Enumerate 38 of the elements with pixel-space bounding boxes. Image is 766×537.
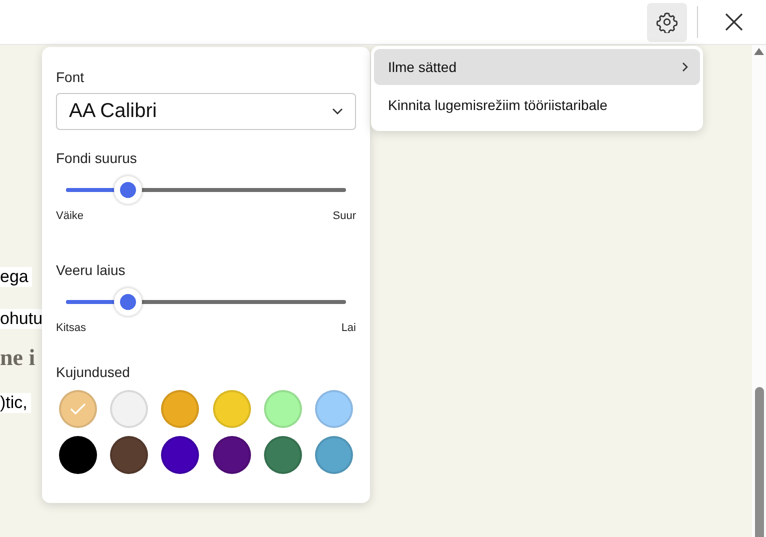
font-dropdown[interactable]: AA Calibri — [56, 93, 356, 130]
scrollbar[interactable] — [752, 45, 766, 537]
theme-swatch[interactable] — [212, 436, 251, 474]
theme-swatch[interactable] — [59, 436, 97, 474]
document-text: ne i — [0, 345, 36, 371]
menu-item[interactable]: Ilme sätted — [374, 49, 700, 85]
slider-thumb[interactable] — [114, 176, 142, 204]
slider-max-label: Suur — [332, 210, 356, 222]
theme-swatch[interactable] — [59, 390, 97, 428]
theme-swatch[interactable] — [212, 390, 251, 428]
slider-max-label: Lai — [341, 322, 356, 334]
theme-swatch[interactable] — [110, 390, 148, 428]
slider-track[interactable] — [66, 288, 346, 316]
themes-label: Kujundused — [56, 364, 131, 380]
chevron-down-icon — [332, 108, 343, 115]
slider-min-label: Väike — [56, 210, 84, 222]
theme-swatch[interactable] — [264, 436, 302, 474]
slider-min-label: Kitsas — [56, 322, 86, 334]
scrollbar-thumb[interactable] — [754, 387, 764, 537]
settings-icon — [656, 11, 678, 33]
close-icon — [725, 13, 743, 31]
slider-label: Veeru laius — [56, 262, 126, 278]
font-label: Font — [56, 69, 86, 85]
document-text: )tic, — [0, 393, 32, 413]
menu-item[interactable]: Kinnita lugemisrežiim tööriistaribale — [374, 87, 700, 123]
scroll-up-icon — [754, 48, 764, 56]
theme-swatch[interactable] — [314, 436, 353, 474]
slider-thumb[interactable] — [114, 288, 142, 316]
theme-swatch[interactable] — [264, 390, 302, 428]
theme-swatch[interactable] — [161, 436, 200, 474]
slider-label: Fondi suurus — [56, 150, 138, 166]
theme-swatch[interactable] — [314, 390, 353, 428]
settings-button[interactable] — [647, 2, 687, 42]
document-text: ega — [0, 267, 32, 287]
theme-swatch[interactable] — [161, 390, 200, 428]
theme-swatch[interactable] — [110, 436, 148, 474]
slider-track[interactable] — [66, 176, 346, 204]
check-icon — [70, 403, 86, 415]
